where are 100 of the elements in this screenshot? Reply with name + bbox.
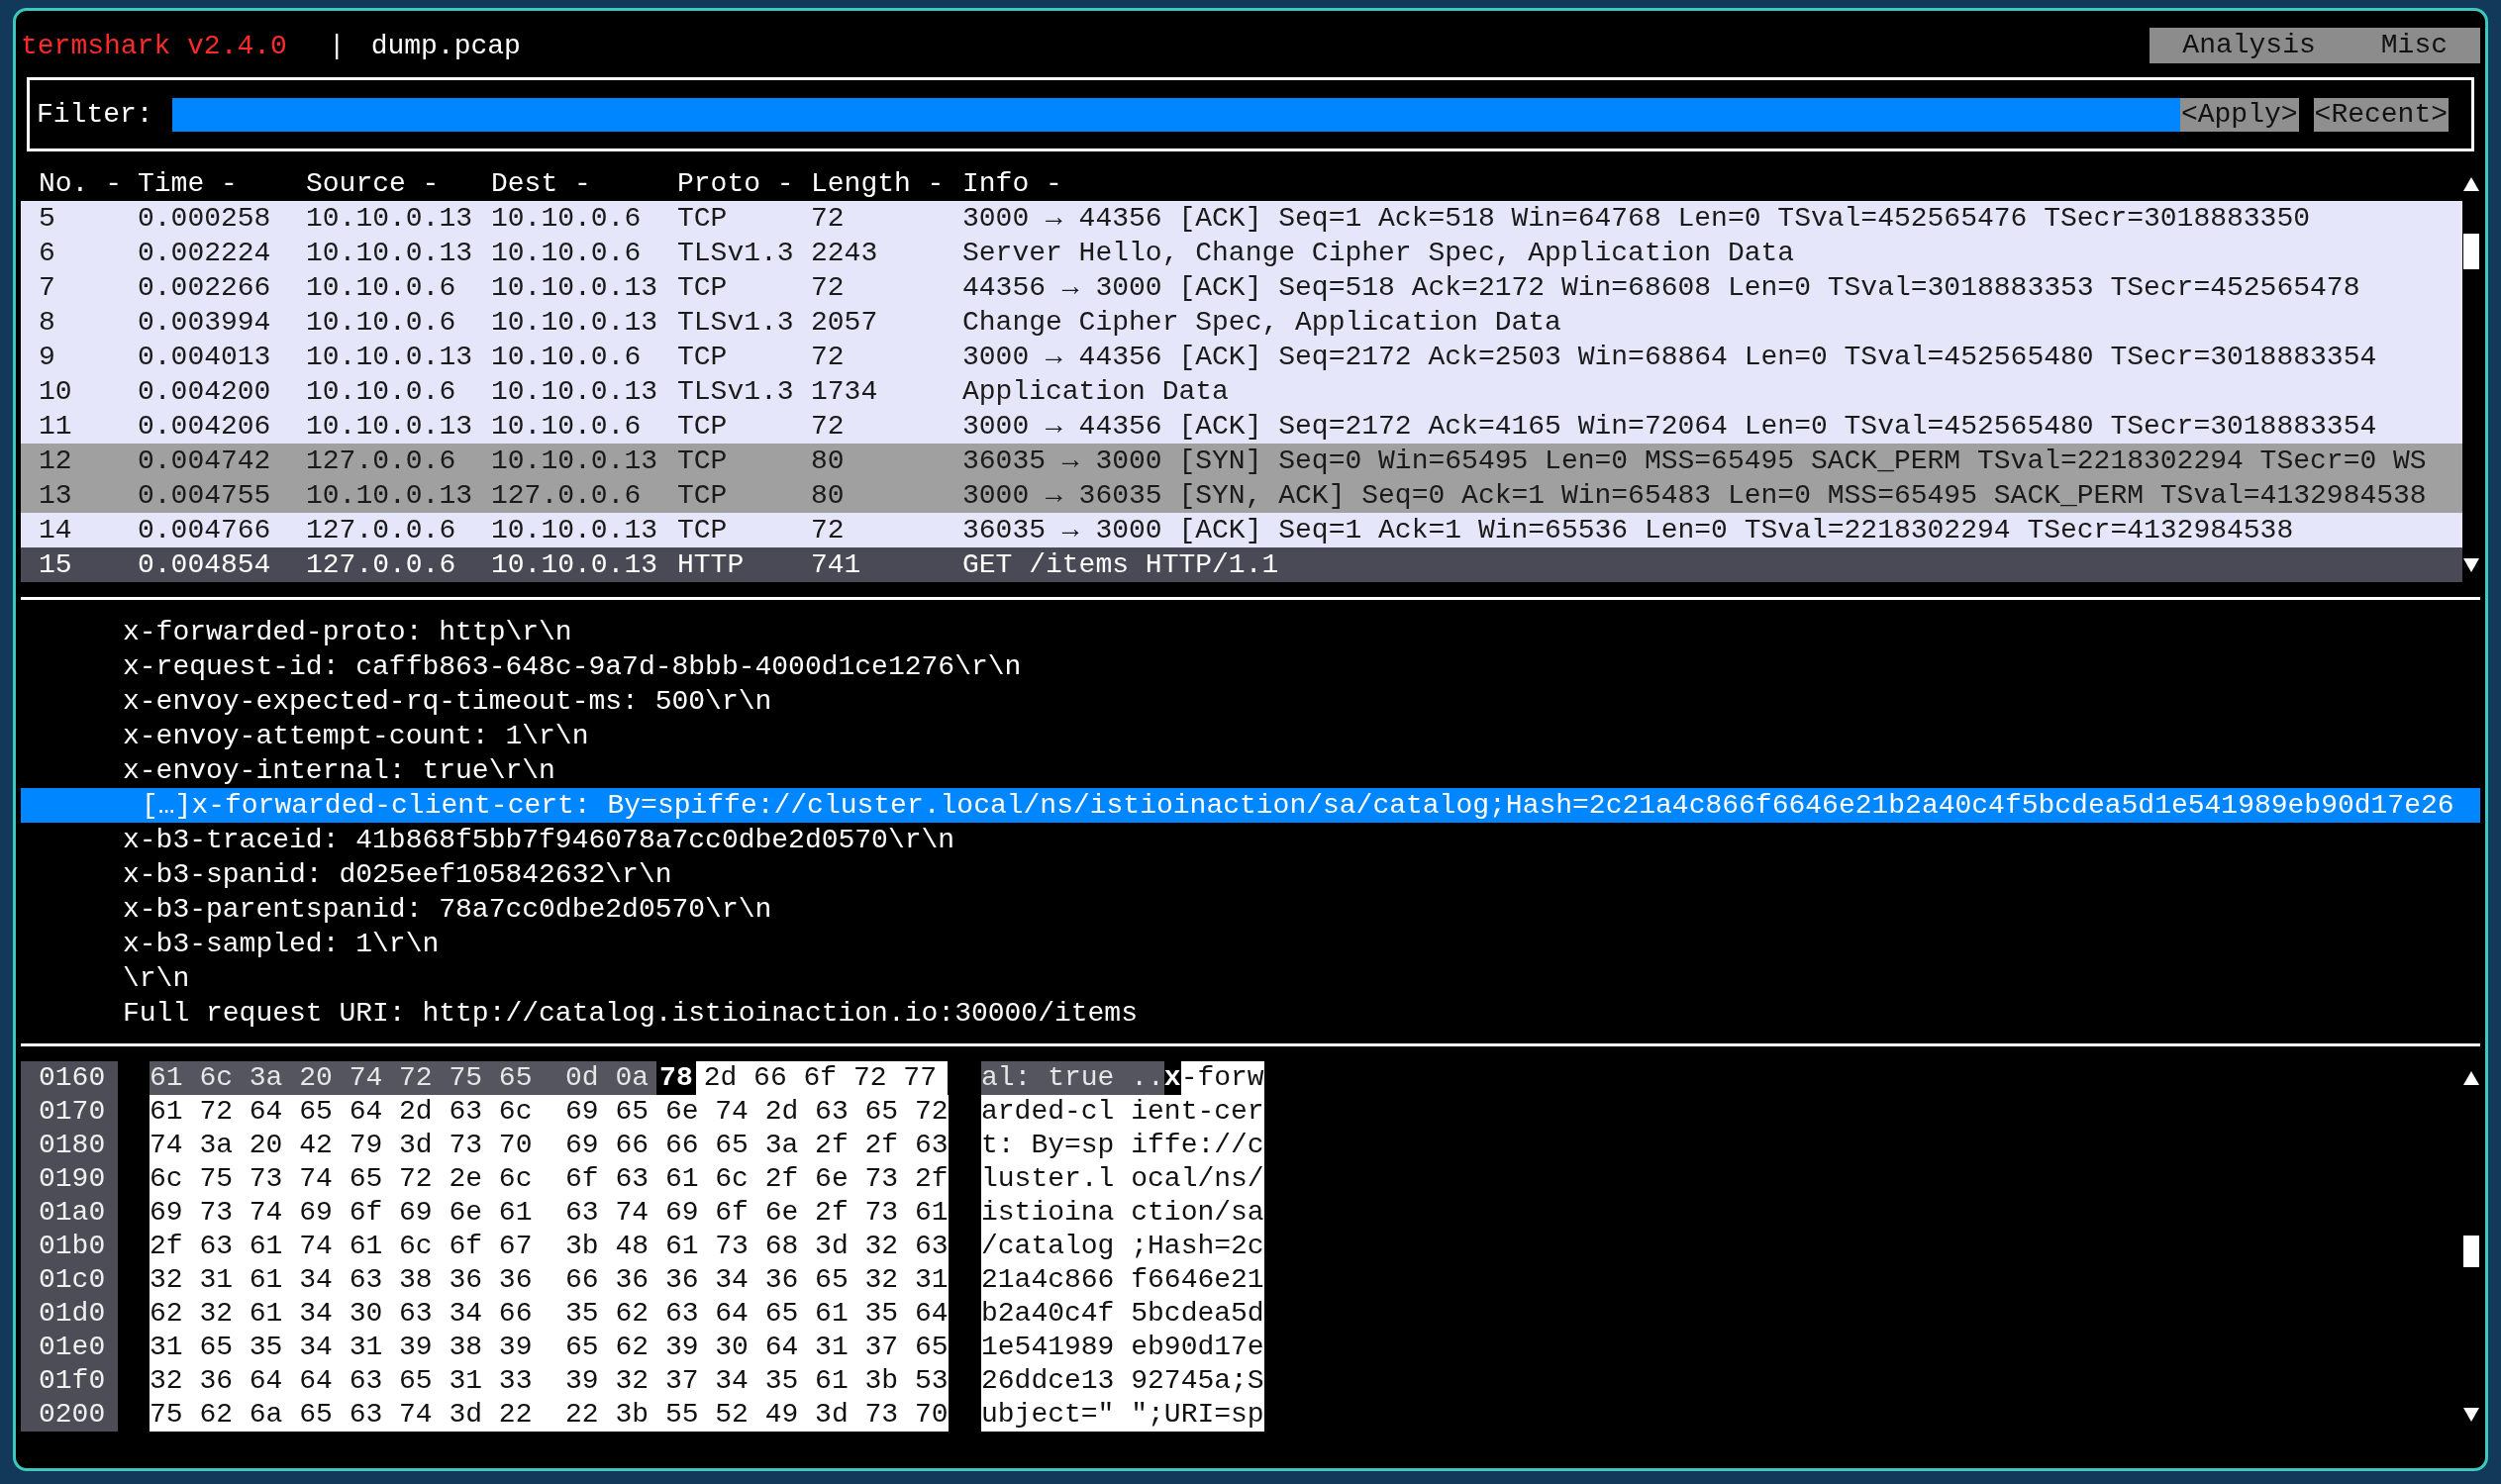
column-header[interactable]: Proto - xyxy=(677,166,811,201)
table-cell-text: 72 xyxy=(811,341,846,374)
filter-field[interactable] xyxy=(171,97,2180,132)
hex-offset: 0190 xyxy=(21,1162,118,1196)
packet-row[interactable]: 11 0.004206 10.10.0.13 10.10.0.6 TCP 72 3000 → 44356 [ACK] Seq=2172 Ack=4165 Win=72064 Len=0 TSval=452565480 TSecr=3018883354 xyxy=(21,409,2462,444)
table-cell-text: 10.10.0.6 xyxy=(491,410,643,444)
table-cell-text: TLSv1.3 xyxy=(677,306,795,340)
table-cell-text: 72 xyxy=(811,514,846,547)
column-header[interactable]: No. - xyxy=(39,166,138,201)
table-cell-text: 0.004854 xyxy=(138,548,272,582)
packet-row[interactable]: 6 0.002224 10.10.0.13 10.10.0.6 TLSv1.3 2243 Server Hello, Change Cipher Spec, Application Data xyxy=(21,236,2462,270)
scrollbar-thumb[interactable] xyxy=(2463,234,2479,269)
table-cell-text: 10.10.0.13 xyxy=(491,271,659,305)
detail-line[interactable]: x-envoy-attempt-count: 1\r\n xyxy=(21,719,2480,753)
scrollbar-thumb[interactable] xyxy=(2463,1236,2479,1267)
hex-offset: 0180 xyxy=(21,1129,118,1162)
packet-row[interactable]: 10 0.004200 10.10.0.6 10.10.0.13 TLSv1.3 1734 Application Data xyxy=(21,374,2462,409)
detail-line[interactable]: x-envoy-internal: true\r\n xyxy=(21,753,2480,788)
table-cell-text: 10.10.0.6 xyxy=(491,341,643,374)
scroll-down-icon[interactable] xyxy=(2463,557,2479,572)
column-header[interactable]: Dest - xyxy=(491,166,677,201)
table-cell-text: 8 xyxy=(39,306,56,340)
table-cell-text: 741 xyxy=(811,548,862,582)
table-cell-text: GET /items HTTP/1.1 xyxy=(962,548,1280,582)
table-cell-text: 3000 → 44356 [ACK] Seq=2172 Ack=4165 Win=72064 Len=0 TSval=452565480 TSecr=3018883354 xyxy=(962,410,2378,444)
packet-row[interactable]: 13 0.004755 10.10.0.13 127.0.0.6 TCP 80 3000 → 36035 [SYN, ACK] Seq=0 Ack=1 Win=65483 Len=0 MSS=65495 SACK_PERM TSval=4132984538 xyxy=(21,478,2462,513)
ascii-field-byte-text: /catalog ;Hash=2c xyxy=(981,1230,1264,1263)
table-cell-text: 0.004206 xyxy=(138,410,272,444)
table-cell-text: 72 xyxy=(811,202,846,236)
table-cell-text: 80 xyxy=(811,445,846,478)
title-separator: | xyxy=(328,29,346,63)
table-cell-text: 127.0.0.6 xyxy=(491,479,643,513)
table-cell-text: 0.004742 xyxy=(138,445,272,478)
table-cell-text: 0.004755 xyxy=(138,479,272,513)
hex-offset: 0200 xyxy=(21,1398,118,1432)
table-cell-text: 72 xyxy=(811,271,846,305)
packet-row[interactable]: 12 0.004742 127.0.0.6 10.10.0.13 TCP 80 36035 → 3000 [SYN] Seq=0 Win=65495 Len=0 MSS=65495 SACK_PERM TSval=2218302294 TSecr=0 WS xyxy=(21,444,2462,478)
column-header[interactable]: Time - xyxy=(138,166,306,201)
column-header[interactable]: Source - xyxy=(306,166,491,201)
table-cell-text: 15 xyxy=(39,548,73,582)
ascii-field-byte-text: 26ddce13 92745a;S xyxy=(981,1364,1264,1398)
hex-field-byte-text: 61 72 64 65 64 2d 63 6c 69 65 6e 74 2d 63 65 72 xyxy=(150,1095,949,1129)
table-cell-text: 10.10.0.13 xyxy=(491,375,659,409)
hex-offset: 01e0 xyxy=(21,1331,118,1364)
table-cell-text: 3000 → 36035 [SYN, ACK] Seq=0 Ack=1 Win=65483 Len=0 MSS=65495 SACK_PERM TSval=4132984538 xyxy=(962,479,2428,513)
detail-line[interactable]: x-forwarded-proto: http\r\n xyxy=(21,615,2480,649)
hex-field-byte-text: 75 62 6a 65 63 74 3d 22 22 3b 55 52 49 3d 73 70 xyxy=(150,1398,949,1432)
scroll-up-icon[interactable] xyxy=(2463,1071,2479,1085)
packet-row[interactable]: 9 0.004013 10.10.0.13 10.10.0.6 TCP 72 3000 → 44356 [ACK] Seq=2172 Ack=2503 Win=68864 Len=0 TSval=452565480 TSecr=3018883354 xyxy=(21,340,2462,374)
table-cell-text: 10.10.0.13 xyxy=(491,548,659,582)
column-header[interactable]: Info - xyxy=(962,166,2462,201)
detail-line[interactable]: \r\n xyxy=(21,961,2480,996)
table-cell-text: 80 xyxy=(811,479,846,513)
detail-line[interactable]: x-b3-traceid: 41b868f5bb7f946078a7cc0dbe2d0570\r\n xyxy=(21,823,2480,857)
packet-row[interactable]: 5 0.000258 10.10.0.13 10.10.0.6 TCP 72 3000 → 44356 [ACK] Seq=1 Ack=518 Win=64768 Len=0 TSval=452565476 TSecr=3018883350 xyxy=(21,201,2462,236)
table-cell-text: 127.0.0.6 xyxy=(306,445,457,478)
column-header[interactable]: Length - xyxy=(811,166,962,201)
hex-offset: 01d0 xyxy=(21,1297,118,1331)
table-cell-text: 10.10.0.6 xyxy=(306,375,457,409)
table-cell-text: 127.0.0.6 xyxy=(306,548,457,582)
table-cell-text: TLSv1.3 xyxy=(677,237,795,270)
menu-button[interactable]: Misc xyxy=(2348,28,2480,63)
packet-row[interactable]: 7 0.002266 10.10.0.6 10.10.0.13 TCP 72 44356 → 3000 [ACK] Seq=518 Ack=2172 Win=68608 Len=0 TSval=3018883353 TSecr=452565478 xyxy=(21,270,2462,305)
packet-row[interactable]: 14 0.004766 127.0.0.6 10.10.0.13 TCP 72 36035 → 3000 [ACK] Seq=1 Ack=1 Win=65536 Len=0 TSval=2218302294 TSecr=4132984538 xyxy=(21,513,2462,547)
filter-button[interactable]: <Recent> xyxy=(2313,97,2449,132)
table-cell-text: TCP xyxy=(677,271,729,305)
detail-line[interactable]: x-b3-sampled: 1\r\n xyxy=(21,927,2480,961)
scroll-down-icon[interactable] xyxy=(2463,1408,2479,1422)
packet-row[interactable]: 15 0.004854 127.0.0.6 10.10.0.13 HTTP 741 GET /items HTTP/1.1 xyxy=(21,547,2462,582)
hex-field-byte-text: 31 65 35 34 31 39 38 39 65 62 39 30 64 31 37 65 xyxy=(150,1331,949,1364)
hex-offset: 0160 xyxy=(21,1061,118,1095)
packet-row[interactable]: 8 0.003994 10.10.0.6 10.10.0.13 TLSv1.3 2057 Change Cipher Spec, Application Data xyxy=(21,305,2462,340)
hex-offset: 01b0 xyxy=(21,1230,118,1263)
filter-label: Filter: xyxy=(37,98,153,132)
detail-line[interactable]: x-b3-spanid: d025eef105842632\r\n xyxy=(21,857,2480,892)
detail-line[interactable]: x-envoy-expected-rq-timeout-ms: 500\r\n xyxy=(21,684,2480,719)
ascii-byte-text: al: true .. xyxy=(981,1061,1164,1095)
table-cell-text: Application Data xyxy=(962,375,1230,409)
scroll-up-icon[interactable] xyxy=(2463,176,2479,191)
ascii-field-byte-text: luster.l ocal/ns/ xyxy=(981,1162,1264,1196)
table-cell-text: 72 xyxy=(811,410,846,444)
table-cell-text: TLSv1.3 xyxy=(677,375,795,409)
detail-line[interactable]: x-b3-parentspanid: 78a7cc0dbe2d0570\r\n xyxy=(21,892,2480,927)
table-cell-text: TCP xyxy=(677,445,729,478)
filter-button[interactable]: <Apply> xyxy=(2179,97,2299,132)
detail-line[interactable]: Full request URI: http://catalog.istioinaction.io:30000/items xyxy=(21,996,2480,1031)
hex-field-byte-text: 32 36 64 64 63 65 31 33 39 32 37 34 35 61 3b 53 xyxy=(150,1364,949,1398)
table-cell-text: TCP xyxy=(677,514,729,547)
table-cell-text: 10.10.0.13 xyxy=(491,514,659,547)
table-cell-text: 10.10.0.13 xyxy=(491,306,659,340)
table-cell-text: 14 xyxy=(39,514,73,547)
table-cell-text: 10.10.0.6 xyxy=(491,237,643,270)
table-cell-text: 127.0.0.6 xyxy=(306,514,457,547)
table-cell-text: 6 xyxy=(39,237,56,270)
table-cell-text: 36035 → 3000 [SYN] Seq=0 Win=65495 Len=0 MSS=65495 SACK_PERM TSval=2218302294 TSecr=0 WS xyxy=(962,445,2428,478)
menu-button[interactable]: Analysis xyxy=(2150,28,2349,63)
table-cell-text: 10 xyxy=(39,375,73,409)
table-cell-text: 0.002224 xyxy=(138,237,272,270)
table-cell-text: Change Cipher Spec, Application Data xyxy=(962,306,1562,340)
detail-line[interactable]: x-request-id: caffb863-648c-9a7d-8bbb-4000d1ce1276\r\n xyxy=(21,649,2480,684)
